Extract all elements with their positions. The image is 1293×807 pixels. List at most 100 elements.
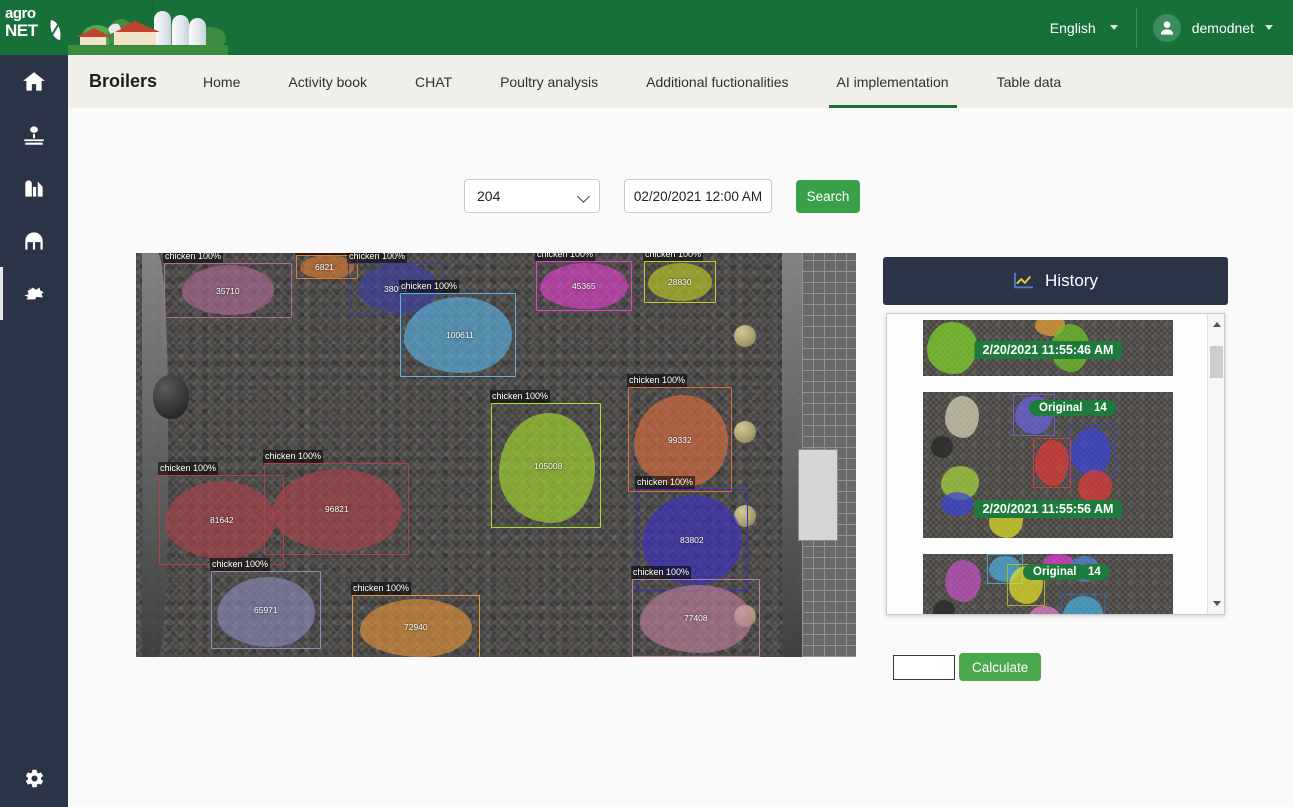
calculate-row: Calculate: [893, 653, 1041, 681]
sidebar-item-livestock[interactable]: [0, 267, 68, 320]
detection-box: [1061, 594, 1105, 615]
app-logo[interactable]: agro NET: [0, 0, 68, 55]
antenna-icon: [152, 1, 153, 13]
language-selector[interactable]: English: [1032, 0, 1136, 55]
logo-text-agro: agro: [5, 6, 63, 22]
tab-table-data[interactable]: Table data: [973, 55, 1086, 108]
history-item[interactable]: 2/20/2021 11:55:46 AM: [923, 320, 1173, 376]
sidebar-item-crops[interactable]: [0, 108, 68, 161]
detection: chicken 100%65971: [211, 571, 321, 649]
sidebar-item-storage[interactable]: [0, 161, 68, 214]
scrollbar-thumb[interactable]: [1210, 346, 1223, 378]
tab-chat[interactable]: CHAT: [391, 55, 476, 108]
triangle-up-icon: [1213, 322, 1221, 327]
calculate-button[interactable]: Calculate: [959, 653, 1041, 681]
chevron-down-icon: [1110, 25, 1118, 30]
detection-label: chicken 100%: [635, 476, 695, 489]
detection-label: chicken 100%: [347, 253, 407, 263]
detection-id: 99332: [668, 435, 692, 445]
sidebar-settings-button[interactable]: [0, 755, 68, 801]
detection: chicken 100%96821: [264, 463, 409, 555]
history-scrollbar[interactable]: [1207, 314, 1224, 614]
detection-id: 6821: [315, 262, 334, 272]
history-timestamp: 2/20/2021 11:55:56 AM: [975, 500, 1122, 518]
history-count-badge: 14: [1079, 564, 1110, 580]
line-chart-icon: [1013, 272, 1035, 290]
tab-additional-functionalities[interactable]: Additional fuctionalities: [622, 55, 812, 108]
detection-blob: [945, 396, 979, 438]
detection: chicken 100%72940: [352, 595, 480, 657]
history-timestamp: 2/20/2021 11:55:46 AM: [975, 341, 1122, 359]
tab-home[interactable]: Home: [179, 55, 264, 108]
history-scroll-area: 2/20/2021 11:55:46 AM Origin: [887, 314, 1205, 614]
logo-wrap: agro NET: [5, 6, 63, 50]
history-title: History: [1045, 271, 1098, 291]
detection-label: chicken 100%: [158, 462, 218, 475]
silo-icon: [21, 175, 47, 201]
detection-id: 77408: [684, 613, 708, 623]
history-item[interactable]: Original 14 2/20/2021 11:55:56 AM: [923, 392, 1173, 538]
farm-illustration-banner: [68, 0, 228, 55]
detection-blob: [1078, 470, 1112, 504]
home-icon: [21, 69, 47, 95]
history-list-panel: 2/20/2021 11:55:46 AM Origin: [886, 313, 1225, 615]
detection-label: chicken 100%: [351, 582, 411, 595]
detection: chicken 100%100611: [400, 293, 516, 377]
main-navigation-bar: Broilers Home Activity book CHAT Poultry…: [68, 55, 1293, 108]
search-button[interactable]: Search: [796, 180, 860, 213]
detection-id: 96821: [325, 504, 349, 514]
house-select-value: 204: [477, 188, 500, 204]
detection: chicken 100%77408: [632, 579, 760, 657]
roof-icon: [76, 28, 112, 37]
triangle-down-icon: [1213, 601, 1221, 606]
equipment-ball: [153, 375, 189, 419]
poultry-icon: [21, 281, 47, 307]
detection-id: 72940: [404, 622, 428, 632]
sidebar-item-facilities[interactable]: [0, 214, 68, 267]
user-menu[interactable]: demodnet: [1137, 0, 1293, 55]
page-title: Broilers: [68, 71, 179, 92]
filter-bar: 204 02/20/2021 12:00 AM Search: [464, 179, 860, 213]
avatar: [1153, 14, 1181, 42]
plant-sprout-icon: [21, 122, 47, 148]
control-panel: [798, 449, 838, 541]
history-count-badge: 14: [1085, 400, 1116, 416]
detection: chicken 100%105008: [491, 403, 601, 528]
detection-label: chicken 100%: [535, 253, 595, 261]
detection-id: 83802: [680, 535, 704, 545]
house-select[interactable]: 204: [464, 179, 600, 213]
detection-blob: [927, 322, 977, 374]
chevron-down-icon: [1265, 25, 1273, 30]
calculate-input[interactable]: [893, 655, 955, 680]
left-sidebar: [0, 55, 68, 807]
detection-label: chicken 100%: [210, 558, 270, 571]
barn-icon: [21, 228, 47, 254]
equipment-ball: [931, 436, 953, 458]
top-header-bar: agro NET English: [0, 0, 1293, 55]
app-root: agro NET English: [0, 0, 1293, 807]
feeder-icon: [734, 325, 756, 347]
equipment-ball: [933, 600, 955, 615]
detection: chicken 100%35710: [164, 263, 292, 318]
history-item[interactable]: Original 14: [923, 554, 1173, 615]
content-area: 204 02/20/2021 12:00 AM Search chicken 1…: [68, 108, 1293, 807]
detection-image[interactable]: chicken 100%35710chicken 100%6821chicken…: [136, 253, 856, 657]
date-input[interactable]: 02/20/2021 12:00 AM: [624, 179, 772, 213]
tab-poultry-analysis[interactable]: Poultry analysis: [476, 55, 622, 108]
history-original-badge: Original: [1029, 400, 1092, 416]
language-label: English: [1050, 20, 1096, 36]
feeder-icon: [734, 421, 756, 443]
tab-activity-book[interactable]: Activity book: [264, 55, 391, 108]
scroll-up-button[interactable]: [1208, 316, 1225, 333]
detection-id: 100611: [446, 330, 474, 340]
scroll-down-button[interactable]: [1208, 595, 1225, 612]
sidebar-item-home[interactable]: [0, 55, 68, 108]
tab-ai-implementation[interactable]: AI implementation: [813, 55, 973, 108]
detection-label: chicken 100%: [263, 450, 323, 463]
detection-id: 45365: [572, 281, 596, 291]
detection-label: chicken 100%: [631, 566, 691, 579]
detection-id: 35710: [216, 286, 240, 296]
username-label: demodnet: [1192, 20, 1254, 36]
detection: chicken 100%45365: [536, 261, 632, 311]
detection-blob: [941, 492, 973, 516]
